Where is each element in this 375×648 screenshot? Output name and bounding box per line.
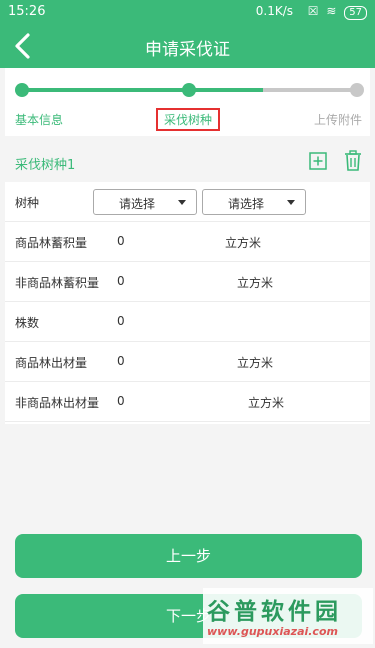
species-row: 树种 请选择 请选择 xyxy=(5,182,370,222)
signal-wifi-icon: ☒ ≋ xyxy=(307,4,339,18)
app-header: 申请采伐证 xyxy=(0,24,375,68)
previous-step-button[interactable]: 上一步 xyxy=(15,534,362,578)
commercial-yield-input[interactable]: 0 xyxy=(117,354,125,368)
row-label: 商品林出材量 xyxy=(15,356,88,370)
delete-species-button[interactable] xyxy=(343,150,363,172)
noncommercial-yield-row[interactable]: 非商品林出材量 0 立方米 xyxy=(5,382,370,422)
row-label: 商品林蓄积量 xyxy=(15,236,88,250)
tree-count-row[interactable]: 株数 0 xyxy=(5,302,370,342)
commercial-stock-input[interactable]: 0 xyxy=(117,234,125,248)
plus-square-icon xyxy=(309,152,327,170)
noncommercial-stock-row[interactable]: 非商品林蓄积量 0 立方米 xyxy=(5,262,370,302)
species-form: 采伐树种1 树种 请选择 请选择 商品林蓄积量 0 立方米 非商品林蓄积量 0 … xyxy=(5,142,370,424)
tree-count-input[interactable]: 0 xyxy=(117,314,125,328)
species-select-secondary[interactable]: 请选择 xyxy=(202,189,306,215)
progress-track-remaining xyxy=(263,88,357,92)
caret-down-icon xyxy=(287,200,295,205)
step-dot-3 xyxy=(350,83,364,97)
progress-track-done xyxy=(21,88,263,92)
site-watermark: 谷普软件园 www.gupuxiazai.com xyxy=(203,588,373,644)
row-unit: 立方米 xyxy=(237,276,274,290)
watermark-title: 谷普软件园 xyxy=(207,599,342,625)
step-dot-2 xyxy=(182,83,196,97)
battery-icon: 57 xyxy=(344,6,367,20)
noncommercial-stock-input[interactable]: 0 xyxy=(117,274,125,288)
noncommercial-yield-input[interactable]: 0 xyxy=(117,394,125,408)
page-title: 申请采伐证 xyxy=(145,40,230,60)
select-placeholder: 请选择 xyxy=(118,197,155,211)
network-speed: 0.1K/s xyxy=(255,4,293,18)
status-icons: ☒ ≋ 57 xyxy=(308,4,367,20)
row-label: 非商品林出材量 xyxy=(15,396,100,410)
commercial-stock-row[interactable]: 商品林蓄积量 0 立方米 xyxy=(5,222,370,262)
step-progress: 基本信息 采伐树种 上传附件 xyxy=(5,68,370,136)
species-label: 树种 xyxy=(15,196,40,210)
step-label-upload: 上传附件 xyxy=(314,113,363,127)
status-time: 15:26 xyxy=(8,4,46,19)
section-header: 采伐树种1 xyxy=(5,142,370,182)
row-unit: 立方米 xyxy=(225,236,262,250)
section-title: 采伐树种1 xyxy=(15,158,76,173)
step-label-species: 采伐树种 xyxy=(156,108,221,131)
species-select-primary[interactable]: 请选择 xyxy=(93,189,197,215)
add-species-button[interactable] xyxy=(309,152,327,170)
row-unit: 立方米 xyxy=(237,356,274,370)
step-label-basic-info: 基本信息 xyxy=(15,113,64,127)
commercial-yield-row[interactable]: 商品林出材量 0 立方米 xyxy=(5,342,370,382)
status-bar: 15:26 0.1K/s ☒ ≋ 57 xyxy=(0,0,375,24)
caret-down-icon xyxy=(178,200,186,205)
row-label: 株数 xyxy=(15,316,40,330)
watermark-url: www.gupuxiazai.com xyxy=(207,625,338,638)
trash-icon xyxy=(345,150,361,171)
step-dot-1 xyxy=(15,83,29,97)
row-label: 非商品林蓄积量 xyxy=(15,276,100,290)
row-unit: 立方米 xyxy=(248,396,285,410)
select-placeholder: 请选择 xyxy=(227,197,264,211)
